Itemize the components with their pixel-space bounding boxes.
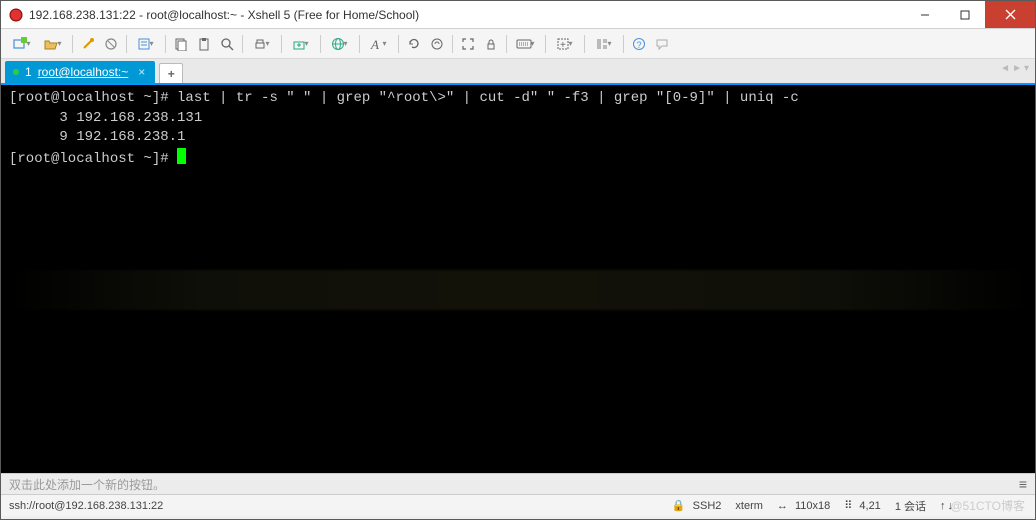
tab-list-icon[interactable]: ▾ [1024,63,1029,74]
new-tab-button[interactable]: + [159,63,183,83]
copy-button[interactable] [170,33,192,55]
properties-button[interactable]: ▾ [131,33,161,55]
app-icon [9,8,23,22]
quick-button-bar[interactable]: 双击此处添加一个新的按钮。 ≡ [1,473,1035,494]
separator [72,35,73,53]
svg-text:A: A [370,37,379,51]
separator [242,35,243,53]
maximize-button[interactable] [945,1,985,28]
toolbar: ▾ ▾ ▾ ▾ ▾ ▾ A▾ [1,29,1035,59]
up-icon: ↑ [940,500,946,512]
tab-index: 1 [25,65,32,79]
visualizer-decoration [1,270,1035,310]
close-button[interactable] [985,1,1035,28]
reconnect-button[interactable] [77,33,99,55]
sync-button[interactable] [426,33,448,55]
position-icon: ⠿ [844,499,852,512]
minimize-button[interactable] [905,1,945,28]
add-button[interactable]: +▾ [550,33,580,55]
menu-icon[interactable]: ≡ [1019,476,1027,492]
tab-close-icon[interactable]: × [138,65,145,79]
separator [126,35,127,53]
output-line: 9 192.168.238.1 [9,129,185,145]
tab-nav: ◄ ► ▾ [1000,63,1029,74]
status-sessions: 1 会话 [895,498,926,514]
window-controls [905,1,1035,28]
hint-text: 双击此处添加一个新的按钮。 [9,476,165,493]
window-title: 192.168.238.131:22 - root@localhost:~ - … [29,8,419,22]
refresh-button[interactable] [403,33,425,55]
file-transfer-button[interactable]: ▾ [286,33,316,55]
tab-label: root@localhost:~ [38,65,129,79]
find-button[interactable] [216,33,238,55]
connection-string: ssh://root@192.168.238.131:22 [9,500,163,512]
down-icon: ↓ [948,500,954,512]
tab-prev-icon[interactable]: ◄ [1000,63,1010,74]
separator [359,35,360,53]
status-updown: ↑↓ [940,500,953,512]
separator [584,35,585,53]
lock-button[interactable] [480,33,502,55]
prompt: [root@localhost ~]# [9,90,177,106]
tab-next-icon[interactable]: ► [1012,63,1022,74]
separator [506,35,507,53]
output-line: 3 192.168.238.131 [9,110,202,126]
separator [623,35,624,53]
disconnect-button[interactable] [100,33,122,55]
status-protocol: 🔒 SSH2 [672,499,722,512]
separator [320,35,321,53]
font-button[interactable]: A▾ [364,33,394,55]
titlebar: 192.168.238.131:22 - root@localhost:~ - … [1,1,1035,29]
connected-dot-icon [13,69,19,75]
status-size: ↔ 110x18 [777,500,830,512]
help-button[interactable]: ? [628,33,650,55]
prompt: [root@localhost ~]# [9,151,177,167]
paste-button[interactable] [193,33,215,55]
separator [545,35,546,53]
separator [398,35,399,53]
fullscreen-button[interactable] [457,33,479,55]
chat-button[interactable] [651,33,673,55]
status-termtype: xterm [735,500,763,512]
resize-icon: ↔ [777,500,788,512]
svg-text:?: ? [637,40,642,50]
separator [165,35,166,53]
print-button[interactable]: ▾ [247,33,277,55]
keyboard-button[interactable]: ▾ [511,33,541,55]
layout-button[interactable]: ▾ [589,33,619,55]
command: last | tr -s " " | grep "^root\>" | cut … [177,90,799,106]
new-session-button[interactable]: ▾ [7,33,37,55]
tabbar: 1 root@localhost:~ × + ◄ ► ▾ [1,59,1035,85]
lock-icon: 🔒 [672,499,686,512]
plus-icon: + [168,67,175,81]
separator [281,35,282,53]
open-button[interactable]: ▾ [38,33,68,55]
separator [452,35,453,53]
status-cursor-pos: ⠿ 4,21 [844,499,881,512]
terminal[interactable]: [root@localhost ~]# last | tr -s " " | g… [1,85,1035,473]
globe-button[interactable]: ▾ [325,33,355,55]
session-tab[interactable]: 1 root@localhost:~ × [5,61,155,83]
svg-text:+: + [560,40,566,51]
cursor [177,148,186,164]
statusbar: ssh://root@192.168.238.131:22 🔒 SSH2 xte… [1,494,1035,516]
